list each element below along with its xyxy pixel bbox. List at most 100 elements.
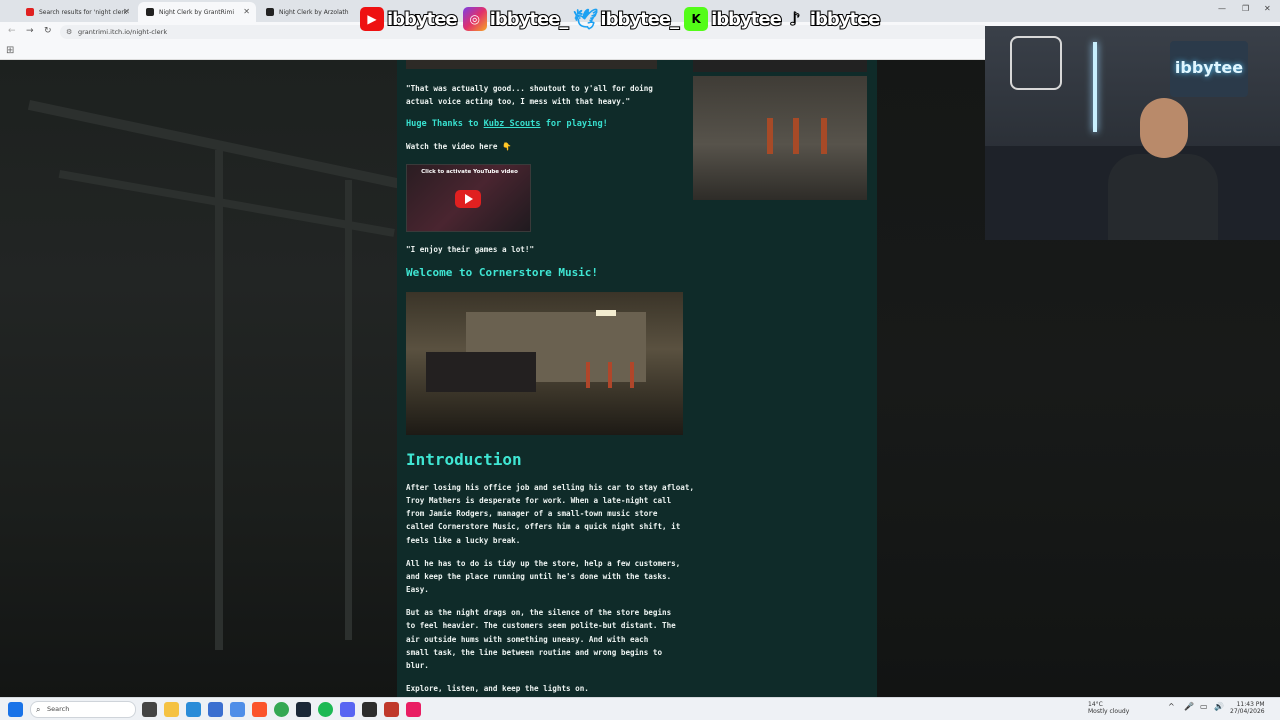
background-pillar xyxy=(215,150,223,650)
youtube-play-icon[interactable] xyxy=(455,190,481,208)
tab-night-clerk-grantrimi[interactable]: Night Clerk by GrantRimi ✕ xyxy=(138,2,256,22)
paragraph-line: air outside hums with something uneasy. … xyxy=(406,635,649,644)
reload-icon[interactable]: ↻ xyxy=(44,26,52,36)
paragraph-line: blur. xyxy=(406,661,429,670)
youtube-embed[interactable]: Click to activate YouTube video xyxy=(406,164,531,232)
tab-search-results[interactable]: Search results for 'night clerk' ✕ xyxy=(18,2,136,22)
weather-temp: 14°C xyxy=(1088,701,1103,708)
guitar xyxy=(767,118,773,154)
chrome-icon[interactable] xyxy=(274,702,289,717)
clock[interactable]: 11:43 PM 27/04/2026 xyxy=(1230,701,1265,715)
mic-icon[interactable]: 🎤 xyxy=(1184,702,1194,711)
guitar xyxy=(821,118,827,154)
background-scene-left xyxy=(0,60,397,697)
bulldog-logo xyxy=(1010,36,1062,90)
neon-light-bar xyxy=(1093,42,1097,132)
paragraph-line: Explore, listen, and keep the lights on. xyxy=(406,684,589,693)
address-text: grantrimi.itch.io/night-clerk xyxy=(78,28,168,36)
app-icon[interactable] xyxy=(230,702,245,717)
itchio-favicon-icon xyxy=(146,8,154,16)
maximize-icon[interactable]: ❐ xyxy=(1242,4,1249,13)
thanks-prefix: Huge Thanks to xyxy=(406,119,484,129)
tab-title: Night Clerk by GrantRimi xyxy=(159,8,234,16)
tab-title: Night Clerk by Arzolath xyxy=(279,8,349,16)
neon-sign: ibbytee xyxy=(1170,41,1248,97)
guitar xyxy=(793,118,799,154)
image-bottom-edge xyxy=(406,60,657,69)
back-icon[interactable]: ← xyxy=(8,26,16,36)
paragraph-line: All he has to do is tidy up the store, h… xyxy=(406,559,681,568)
quote-line: "I enjoy their games a lot!" xyxy=(406,245,535,254)
site-info-icon[interactable]: ⚙ xyxy=(66,25,72,39)
screenshot-top-edge xyxy=(693,60,867,72)
welcome-heading: Welcome to Cornerstore Music! xyxy=(406,266,599,279)
edge-icon[interactable] xyxy=(186,702,201,717)
paragraph-line: small task, the line between routine and… xyxy=(406,648,663,657)
quote-line: "That was actually good... shoutout to y… xyxy=(406,84,653,93)
watch-video-text: Watch the video here 👇 xyxy=(406,142,512,151)
background-pillar xyxy=(345,180,352,640)
twitter-icon: 🕊 xyxy=(572,7,599,31)
minimize-icon[interactable]: — xyxy=(1218,4,1226,13)
weather-desc: Mostly cloudy xyxy=(1088,708,1130,715)
task-view-icon[interactable] xyxy=(142,702,157,717)
paragraph-line: called Cornerstore Music, offers him a q… xyxy=(406,522,681,531)
instagram-handle: ibbytee_ xyxy=(489,8,570,31)
spotify-icon[interactable] xyxy=(318,702,333,717)
streamer-head xyxy=(1140,98,1188,158)
tab-night-clerk-arzolath[interactable]: Night Clerk by Arzolath xyxy=(258,2,358,22)
store-icon[interactable] xyxy=(208,702,223,717)
video-caption: Click to activate YouTube video xyxy=(421,169,518,175)
app-icon[interactable] xyxy=(384,702,399,717)
screenshot-store-interior[interactable] xyxy=(406,292,683,435)
itchio-favicon-icon xyxy=(266,8,274,16)
youtube-icon: ▶ xyxy=(360,7,384,31)
close-window-icon[interactable]: ✕ xyxy=(1264,4,1271,13)
apps-grid-icon[interactable]: ⊞ xyxy=(6,45,14,56)
kick-icon: K xyxy=(684,7,709,31)
network-icon[interactable]: ▭ xyxy=(1200,702,1208,711)
store-counter xyxy=(426,352,536,392)
taskbar-search[interactable]: ⌕ Search xyxy=(30,701,136,718)
paragraph-line: and keep the place running until he's do… xyxy=(406,572,672,581)
instagram-icon: ◎ xyxy=(462,7,487,31)
paragraph-line: feels like a lucky break. xyxy=(406,536,521,545)
forward-icon[interactable]: → xyxy=(26,26,34,36)
search-icon: ⌕ xyxy=(36,705,41,714)
youtube-handle: ibbytee xyxy=(386,8,459,31)
paragraph-line: from Jamie Rodgers, manager of a small-t… xyxy=(406,509,658,518)
tiktok-icon: ♪ xyxy=(789,8,802,30)
thanks-suffix: for playing! xyxy=(540,119,608,129)
screenshot-guitar-room[interactable] xyxy=(693,76,867,200)
volume-icon[interactable]: 🔊 xyxy=(1214,702,1224,711)
streamer-body xyxy=(1108,154,1218,240)
twitter-handle: ibbytee_ xyxy=(599,8,680,31)
weather-widget[interactable]: 14°C Mostly cloudy xyxy=(1088,701,1129,715)
ceiling-lamp xyxy=(596,310,616,316)
brave-icon[interactable] xyxy=(252,702,267,717)
kubz-scouts-link[interactable]: Kubz Scouts xyxy=(484,119,541,129)
kick-handle: ibbytee xyxy=(710,8,783,31)
windows-taskbar: ⌕ Search 14°C Mostly cloudy ^ 🎤 ▭ 🔊 11:4… xyxy=(0,697,1280,720)
close-icon[interactable]: ✕ xyxy=(123,7,130,16)
search-placeholder: Search xyxy=(47,705,70,713)
paragraph-line: Easy. xyxy=(406,585,429,594)
file-explorer-icon[interactable] xyxy=(164,702,179,717)
thanks-line: Huge Thanks to Kubz Scouts for playing! xyxy=(406,118,608,131)
introduction-heading: Introduction xyxy=(406,450,522,469)
guitar xyxy=(608,362,612,388)
discord-icon[interactable] xyxy=(340,702,355,717)
paragraph-line: But as the night drags on, the silence o… xyxy=(406,608,672,617)
windows-start-icon[interactable] xyxy=(8,702,23,717)
close-icon[interactable]: ✕ xyxy=(243,7,250,16)
chevron-up-icon[interactable]: ^ xyxy=(1168,702,1175,711)
social-handles-overlay: ▶ ibbytee ◎ ibbytee_ 🕊 ibbytee_ K ibbyte… xyxy=(360,7,882,31)
steam-icon[interactable] xyxy=(296,702,311,717)
clock-date: 27/04/2026 xyxy=(1230,708,1265,715)
clock-time: 11:43 PM xyxy=(1236,701,1265,708)
paragraph-line: Troy Mathers is desperate for work. When… xyxy=(406,496,672,505)
app-icon[interactable] xyxy=(406,702,421,717)
itchio-favicon-icon xyxy=(26,8,34,16)
guitar xyxy=(630,362,634,388)
obs-icon[interactable] xyxy=(362,702,377,717)
